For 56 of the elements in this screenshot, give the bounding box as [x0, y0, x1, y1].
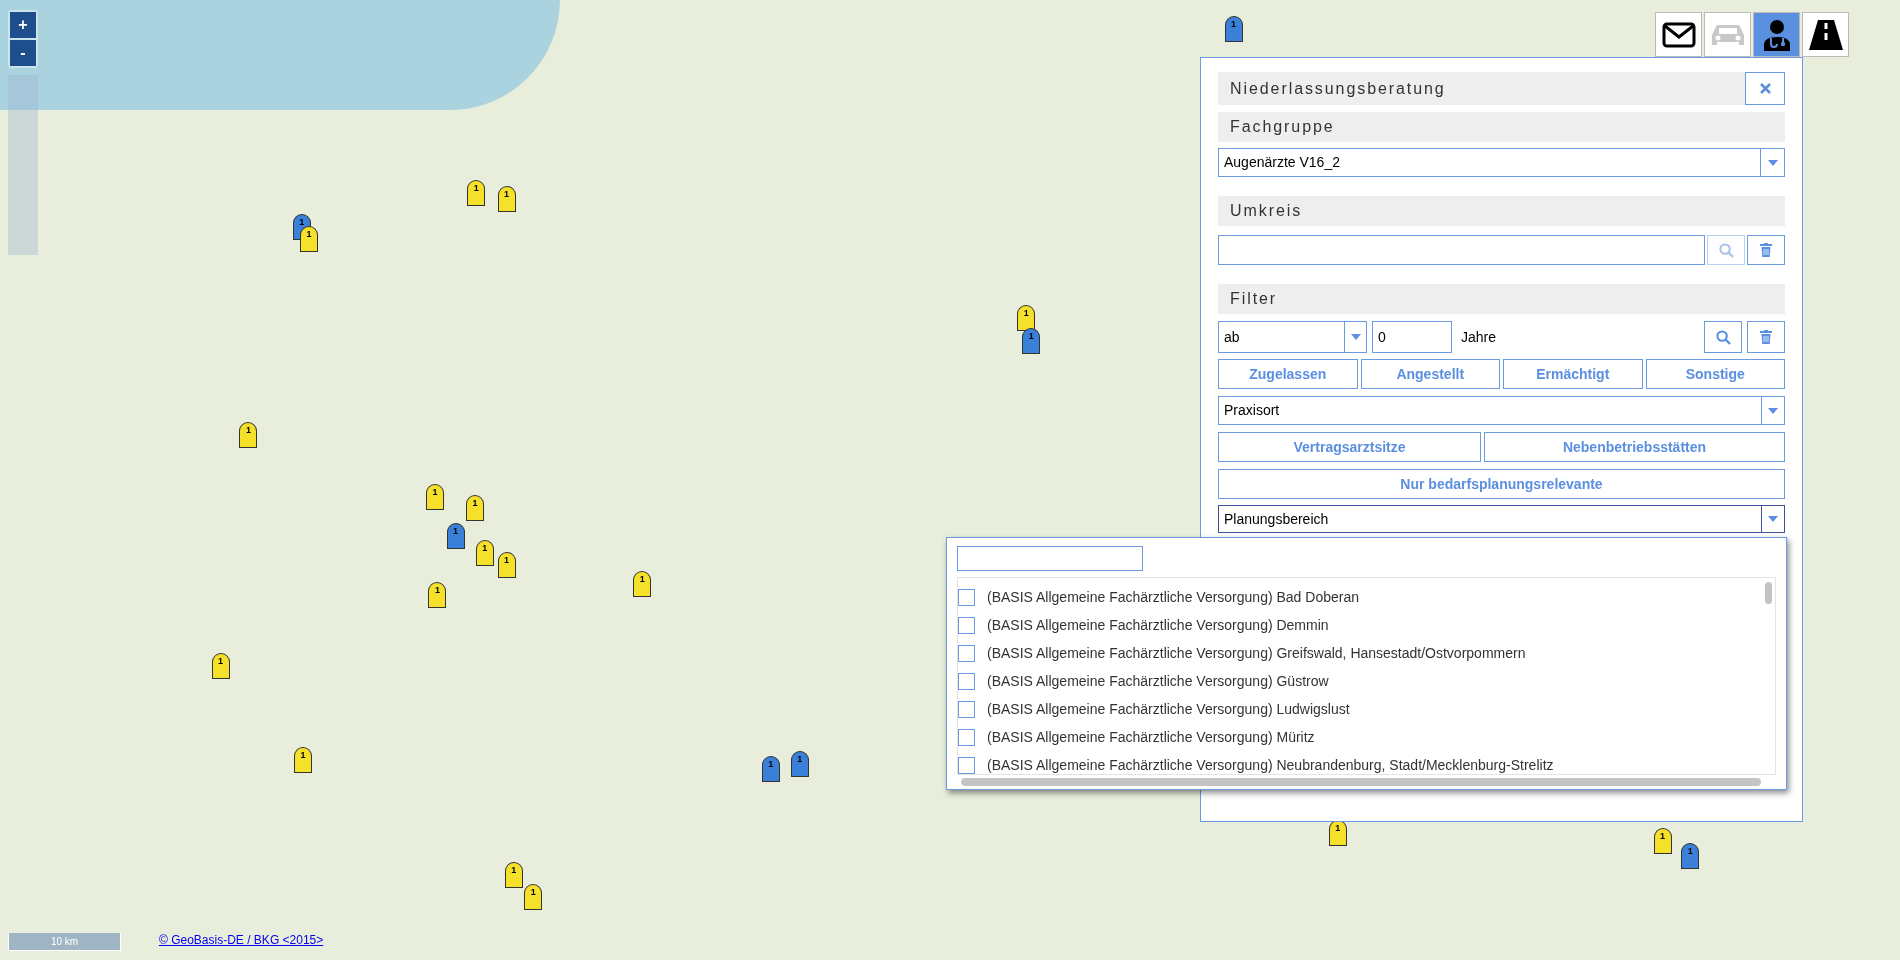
search-button[interactable]: [1707, 235, 1745, 265]
caret-icon: [1350, 334, 1361, 340]
years-input-field[interactable]: 0: [1372, 321, 1452, 353]
checkbox[interactable]: [958, 588, 975, 606]
doctor-toolbar-button[interactable]: [1753, 12, 1800, 57]
area-option[interactable]: (BASIS Allgemeine Fachärztliche Versorgung) Bad Doberan: [958, 583, 1761, 611]
road-toolbar-button[interactable]: [1802, 12, 1849, 57]
zoom-out-button[interactable]: -: [10, 40, 36, 66]
trash-icon: [1760, 243, 1772, 257]
close-icon: [1759, 83, 1771, 94]
checkbox[interactable]: [958, 700, 975, 718]
panel-title: Niederlassungsberatung: [1230, 78, 1446, 99]
mail-toolbar-button[interactable]: [1655, 12, 1702, 57]
area-option[interactable]: (BASIS Allgemeine Fachärztliche Versorgung) Greifswald, Hansestadt/Ostvorpommern: [958, 639, 1761, 667]
zoom-slider-track[interactable]: [8, 75, 38, 255]
checkbox[interactable]: [958, 756, 975, 774]
envelope-icon: [1661, 21, 1696, 48]
road-icon: [1808, 19, 1843, 50]
close-button[interactable]: [1745, 72, 1785, 105]
section-heading: Umkreis: [1230, 201, 1303, 221]
area-option[interactable]: (BASIS Allgemeine Fachärztliche Versorgung) Demmin: [958, 611, 1761, 639]
location-select[interactable]: Praxisort: [1218, 396, 1785, 425]
area-option[interactable]: (BASIS Allgemeine Fachärztliche Versorgung) Müritz: [958, 723, 1761, 751]
filter-input-field[interactable]: [957, 546, 1143, 571]
search-button[interactable]: [1704, 321, 1742, 353]
map-pin[interactable]: 1: [633, 571, 652, 598]
horizontal-scrollbar[interactable]: [961, 778, 1761, 786]
section-heading: Fachgruppe: [1230, 117, 1335, 137]
checkbox[interactable]: [958, 644, 975, 662]
checkbox[interactable]: [958, 728, 975, 746]
delete-button[interactable]: [1747, 235, 1785, 265]
years-label: Jahre: [1461, 327, 1498, 347]
specialty-select[interactable]: Augenärzte V16_2: [1218, 148, 1785, 177]
caret-icon: [1768, 407, 1778, 414]
checkbox[interactable]: [958, 672, 975, 690]
map-pin[interactable]: 1: [428, 582, 447, 609]
scale-bar: 10 km: [8, 933, 121, 951]
map-pin[interactable]: 1: [426, 484, 444, 511]
area-option[interactable]: (BASIS Allgemeine Fachärztliche Versorgung) Güstrow: [958, 667, 1761, 695]
delete-button[interactable]: [1747, 321, 1785, 353]
attribution-link[interactable]: © GeoBasis-DE / BKG <2015>: [159, 931, 324, 949]
doctor-icon: [1761, 18, 1792, 51]
area-option[interactable]: (BASIS Allgemeine Fachärztliche Versorgung) Neubrandenburg, Stadt/Mecklenburg-Strelitz: [958, 751, 1761, 774]
caret-icon: [1767, 159, 1778, 166]
radius-input-field[interactable]: [1218, 235, 1705, 265]
section-heading: Filter: [1230, 289, 1278, 309]
caret-icon: [1768, 516, 1778, 522]
map-pin[interactable]: 1: [239, 422, 258, 449]
trash-icon: [1760, 330, 1772, 344]
search-icon: [1718, 242, 1734, 258]
checkbox[interactable]: [958, 616, 975, 634]
operator-select[interactable]: ab: [1218, 321, 1367, 353]
planning-area-select[interactable]: Planungsbereich: [1218, 505, 1785, 533]
zoom-in-button[interactable]: +: [10, 12, 36, 38]
area-option[interactable]: (BASIS Allgemeine Fachärztliche Versorgung) Ludwigslust: [958, 695, 1761, 723]
search-icon: [1715, 329, 1731, 345]
